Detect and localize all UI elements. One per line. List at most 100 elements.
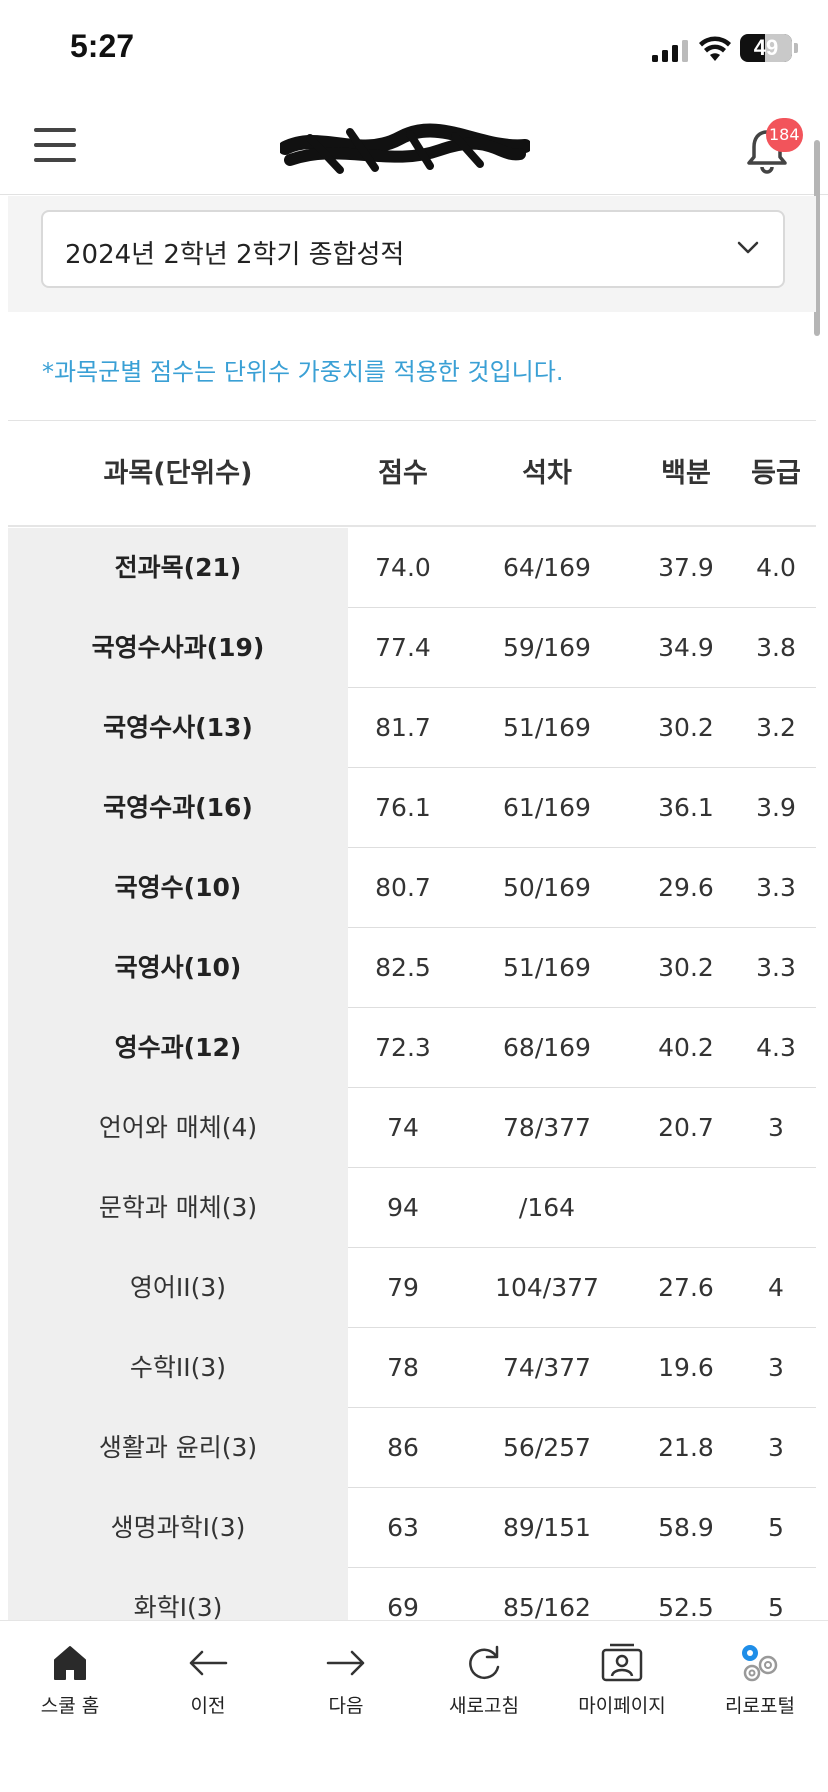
score-cell: 79 [387,1273,419,1302]
grade-cell: 3.3 [756,953,796,982]
nav-forward[interactable]: 다음 [277,1633,415,1733]
grade-cell: 3 [768,1353,784,1382]
subject-cell: 국영수과(16) [103,793,253,822]
nav-label: 리로포털 [725,1695,795,1717]
column-header-percent: 백분 [661,458,711,489]
grades-table-header: 과목(단위수) 점수 석차 백분 등급 [8,421,816,527]
subject-cell: 화학I(3) [133,1593,223,1620]
percent-cell: 30.2 [658,953,714,982]
subject-cell: 국영사(10) [114,953,242,982]
grade-cell [736,1168,816,1248]
percent-cell: 34.9 [658,633,714,662]
score-cell: 94 [387,1193,419,1222]
rank-cell: /164 [518,1193,576,1222]
refresh-icon [469,1645,500,1680]
percent-cell: 52.5 [658,1593,714,1620]
home-icon [54,1646,86,1680]
score-cell: 63 [387,1513,419,1542]
battery-level: 49 [753,35,779,60]
bottom-navigation: 스쿨 홈 이전 다음 새로고침 마이페이지 리로포털 [0,1620,828,1792]
percent-cell: 29.6 [658,873,714,902]
score-cell: 69 [387,1593,419,1620]
app-header: 184 [0,100,828,195]
subject-cell: 영어II(3) [129,1273,227,1302]
percent-cell: 36.1 [658,793,714,822]
nav-label: 마이페이지 [578,1695,666,1717]
table-row: 영수과(12) 72.3 68/169 40.2 4.3 [8,1008,816,1088]
arrow-right-icon [326,1650,365,1676]
subject-cell: 언어와 매체(4) [98,1113,258,1142]
percent-cell: 20.7 [658,1113,714,1142]
score-cell: 82.5 [375,953,431,982]
wifi-icon [699,36,731,61]
status-time: 5:27 [70,28,135,64]
grade-cell: 3 [768,1113,784,1142]
percent-cell [636,1168,736,1248]
rank-cell: 64/169 [503,553,591,582]
rank-cell: 50/169 [503,873,591,902]
grade-cell: 3 [768,1433,784,1462]
subject-cell: 국영수사(13) [103,713,253,742]
chevron-down-icon [737,241,759,254]
nav-label: 새로고침 [449,1695,519,1717]
percent-cell: 27.6 [658,1273,714,1302]
table-row: 생명과학I(3) 63 89/151 58.9 5 [8,1488,816,1568]
rank-cell: 74/377 [503,1353,591,1382]
percent-cell: 19.6 [658,1353,714,1382]
grades-table-body: 전과목(21) 74.0 64/169 37.9 4.0 국영수사과(19) 77.4 59/… [8,528,816,1620]
table-row: 국영사(10) 82.5 51/169 30.2 3.3 [8,928,816,1008]
score-cell: 76.1 [375,793,431,822]
grade-cell: 4.0 [756,553,796,582]
rank-cell: 68/169 [503,1033,591,1062]
subject-cell: 전과목(21) [114,553,242,582]
rank-cell: 59/169 [503,633,591,662]
percent-cell: 37.9 [658,553,714,582]
subject-cell: 생명과학I(3) [110,1513,246,1542]
rank-cell: 104/377 [495,1273,599,1302]
table-row: 언어와 매체(4) 74 78/377 20.7 3 [8,1088,816,1168]
table-row: 국영수과(16) 76.1 61/169 36.1 3.9 [8,768,816,848]
column-header-score: 점수 [378,458,428,489]
table-row: 수학II(3) 78 74/377 19.6 3 [8,1328,816,1408]
grade-cell: 4 [768,1273,784,1302]
subject-cell: 영수과(12) [114,1033,242,1062]
percent-cell: 58.9 [658,1513,714,1542]
redacted-school-name [280,123,530,174]
score-cell: 74 [387,1113,419,1142]
table-row: 영어II(3) 79 104/377 27.6 4 [8,1248,816,1328]
column-header-rank: 석차 [522,458,572,489]
rank-cell: 51/169 [503,713,591,742]
battery-icon: 49 [740,34,792,62]
grade-cell: 3.9 [756,793,796,822]
score-cell: 81.7 [375,713,431,742]
semester-selector-section: 2024년 2학년 2학기 종합성적 [8,196,816,312]
percent-cell: 30.2 [658,713,714,742]
subject-cell: 국영수(10) [114,873,242,902]
table-row: 국영수(10) 80.7 50/169 29.6 3.3 [8,848,816,928]
weighting-note: *과목군별 점수는 단위수 가중치를 적용한 것입니다. [42,358,564,386]
rank-cell: 56/257 [503,1433,591,1462]
rank-cell: 89/151 [503,1513,591,1542]
subject-cell: 문학과 매체(3) [98,1193,258,1222]
table-row: 전과목(21) 74.0 64/169 37.9 4.0 [8,528,816,608]
rank-cell: 78/377 [503,1113,591,1142]
nav-school-home[interactable]: 스쿨 홈 [1,1633,139,1733]
rank-cell: 85/162 [503,1593,591,1620]
score-cell: 80.7 [375,873,431,902]
score-cell: 77.4 [375,633,431,662]
score-cell: 86 [387,1433,419,1462]
nav-riro-portal[interactable]: 리로포털 [691,1633,828,1733]
rank-cell: 51/169 [503,953,591,982]
grade-cell: 4.3 [756,1033,796,1062]
column-header-grade: 등급 [751,458,801,489]
score-cell: 74.0 [375,553,431,582]
nav-my-page[interactable]: 마이페이지 [553,1633,691,1733]
nav-refresh[interactable]: 새로고침 [415,1633,553,1733]
menu-icon[interactable] [34,128,76,162]
subject-cell: 국영수사과(19) [91,633,265,662]
nav-back[interactable]: 이전 [139,1633,277,1733]
cellular-signal-icon [652,40,688,62]
semester-select[interactable]: 2024년 2학년 2학기 종합성적 [41,210,785,288]
nav-label: 이전 [190,1695,226,1717]
grade-cell: 5 [768,1513,784,1542]
